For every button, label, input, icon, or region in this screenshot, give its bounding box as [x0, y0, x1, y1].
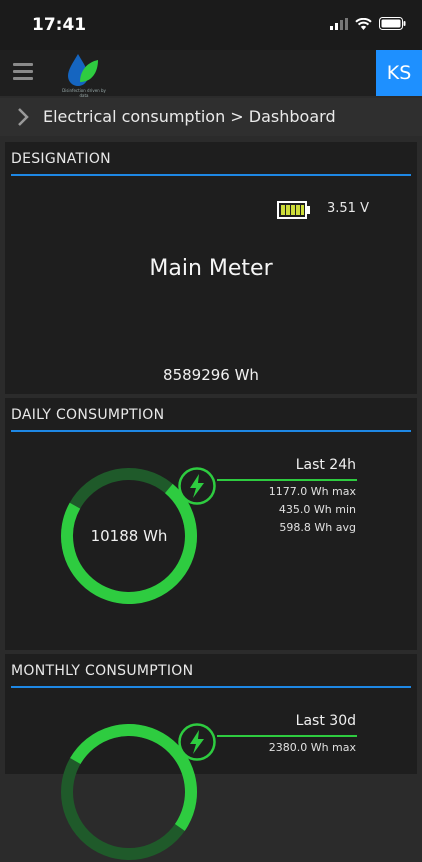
monthly-period: Last 30d: [295, 713, 356, 729]
status-bar: 17:41: [0, 0, 422, 50]
daily-avg: 598.8 Wh avg: [279, 521, 356, 534]
monthly-consumption-card: MONTHLY CONSUMPTION Last 30d 2380.0 Wh m…: [5, 654, 417, 860]
designation-divider: [11, 174, 411, 176]
breadcrumb-text: Electrical consumption > Dashboard: [43, 107, 336, 126]
monthly-leader-line: [217, 735, 357, 737]
menu-icon[interactable]: [13, 63, 33, 81]
lightning-icon: [178, 467, 216, 505]
battery-voltage: 3.51 V: [327, 201, 369, 216]
daily-title: DAILY CONSUMPTION: [11, 407, 165, 423]
logo-tagline: Disinfection driven by data: [62, 88, 106, 98]
status-icons: [330, 17, 406, 30]
chevron-right-icon[interactable]: [16, 107, 30, 127]
meter-total: 8589296 Wh: [163, 366, 259, 384]
designation-card: DESIGNATION 3.51 V Main Meter 8589296 Wh: [5, 142, 417, 394]
daily-min: 435.0 Wh min: [278, 503, 356, 516]
cellular-signal-icon: [330, 17, 348, 30]
breadcrumb: Electrical consumption > Dashboard: [0, 98, 422, 136]
meter-name: Main Meter: [149, 256, 273, 281]
daily-max: 1177.0 Wh max: [268, 485, 356, 498]
battery-status-icon: [379, 17, 406, 30]
wifi-icon: [355, 17, 372, 30]
battery-level-icon: [277, 201, 310, 219]
lightning-icon: [178, 723, 216, 761]
user-avatar-button[interactable]: KS: [376, 50, 422, 96]
monthly-divider: [11, 686, 411, 688]
status-time: 17:41: [32, 15, 87, 35]
app-header: Disinfection driven by data KS: [0, 50, 422, 98]
daily-consumption-card: DAILY CONSUMPTION 10188 Wh Last 24h 1177…: [5, 398, 417, 650]
monthly-max: 2380.0 Wh max: [268, 741, 356, 754]
brand-logo: Disinfection driven by data: [58, 52, 110, 98]
monthly-title: MONTHLY CONSUMPTION: [11, 663, 194, 679]
water-drop-leaf-icon: [68, 54, 98, 86]
daily-period: Last 24h: [295, 457, 356, 473]
daily-divider: [11, 430, 411, 432]
designation-title: DESIGNATION: [11, 151, 111, 167]
daily-leader-line: [217, 479, 357, 481]
